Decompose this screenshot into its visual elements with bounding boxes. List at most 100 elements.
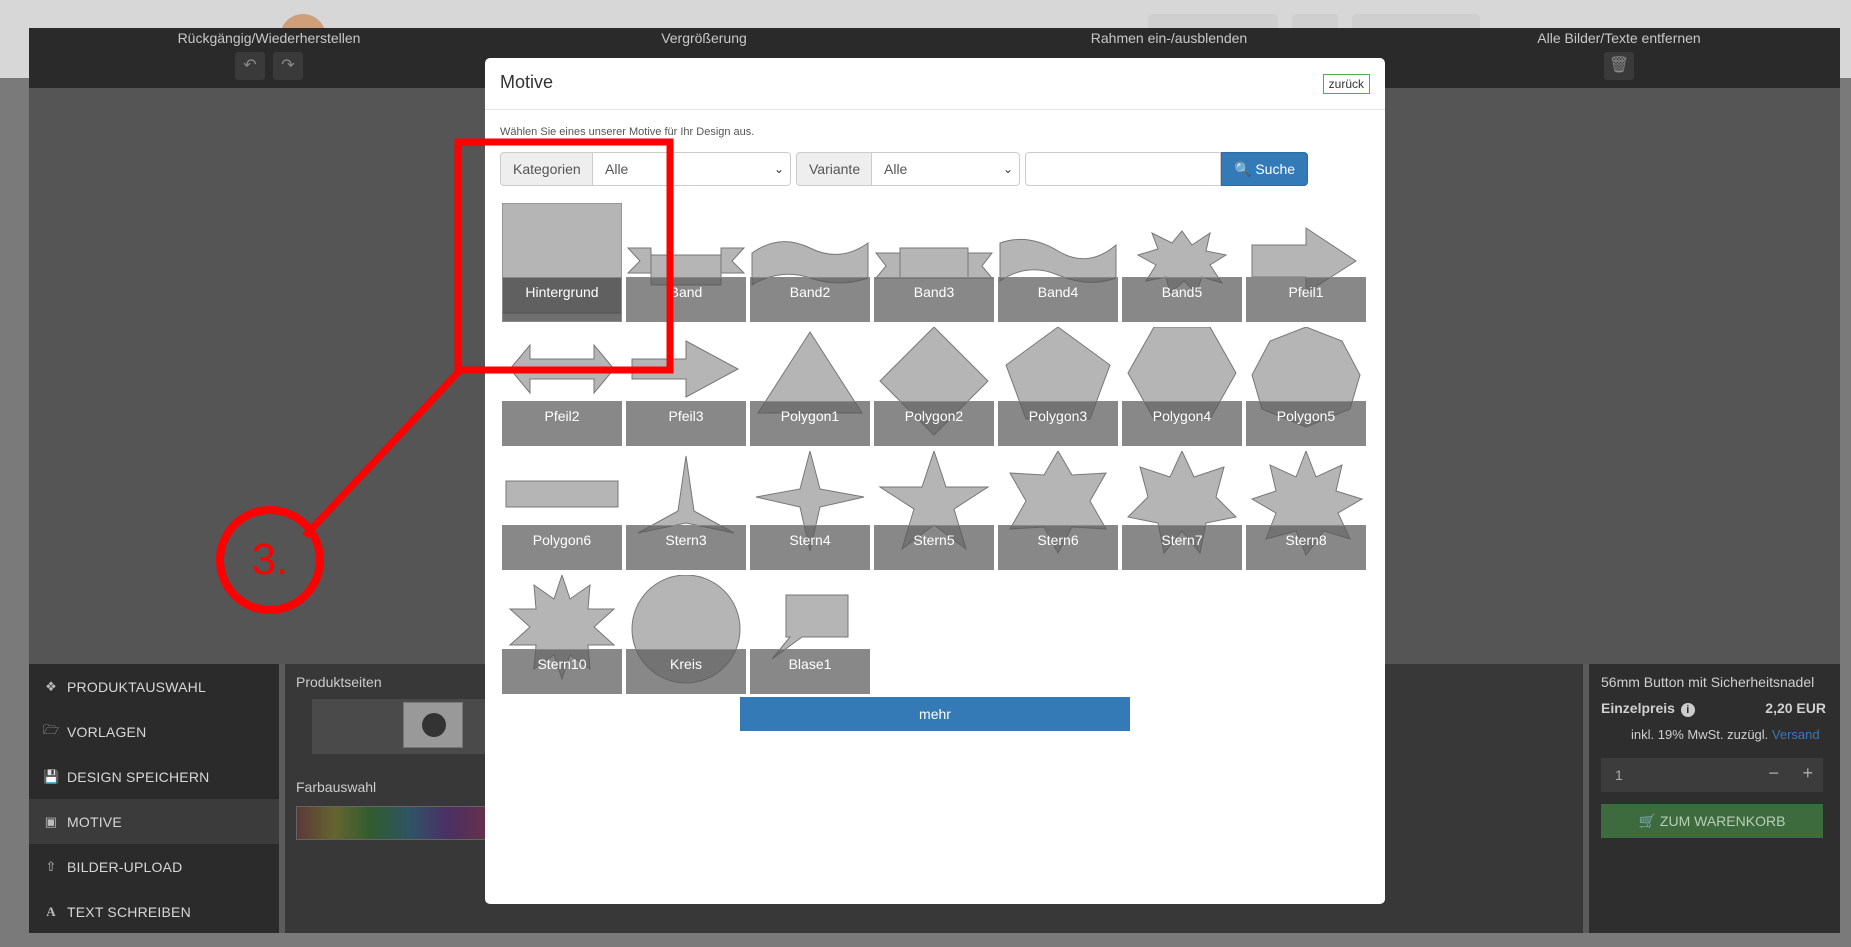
redo-icon[interactable]: ↷ xyxy=(273,52,303,80)
motif-label: Pfeil3 xyxy=(626,401,746,446)
motif-tile[interactable]: Pfeil1 xyxy=(1246,203,1366,323)
search-icon: 🔍 xyxy=(1234,161,1252,177)
frame-toggle-label[interactable]: Rahmen ein-/ausblenden xyxy=(1069,30,1269,46)
motif-tile[interactable]: Stern10 xyxy=(502,575,622,695)
quantity-input[interactable]: 1 xyxy=(1615,767,1623,783)
motif-tile[interactable]: Band5 xyxy=(1122,203,1242,323)
remove-all-group: Alle Bilder/Texte entfernen 🗑 xyxy=(1509,30,1729,80)
category-select[interactable]: Alle ⌄ xyxy=(593,152,791,186)
image-icon: ▣ xyxy=(44,813,58,829)
quantity-stepper: 1 − + xyxy=(1601,758,1823,792)
motif-tile[interactable]: Blase1 xyxy=(750,575,870,695)
motif-label: Pfeil1 xyxy=(1246,277,1366,322)
search-input[interactable] xyxy=(1025,152,1221,186)
motif-tile[interactable]: Stern5 xyxy=(874,451,994,571)
motif-tile[interactable]: Stern4 xyxy=(750,451,870,571)
frame-group: Rahmen ein-/ausblenden xyxy=(1069,30,1269,46)
menu-item-produktauswahl[interactable]: ❖ PRODUKTAUSWAHL xyxy=(29,664,279,709)
motif-tile[interactable]: Band4 xyxy=(998,203,1118,323)
menu-label: VORLAGEN xyxy=(67,723,147,740)
unit-price: 2,20 EUR xyxy=(1765,700,1826,716)
motif-label: Band4 xyxy=(998,277,1118,322)
motif-label: Polygon3 xyxy=(998,401,1118,446)
motif-tile[interactable]: Polygon6 xyxy=(502,451,622,571)
product-pages-title: Produktseiten xyxy=(296,674,382,690)
filter-row: Kategorien Alle ⌄ Variante Alle ⌄ 🔍 Suche xyxy=(500,152,1309,186)
folder-icon: 🗁 xyxy=(43,721,60,737)
menu-item-text-schreiben[interactable]: A TEXT SCHREIBEN xyxy=(29,889,279,934)
undo-icon[interactable]: ↶ xyxy=(235,52,265,80)
motif-tile[interactable]: Hintergrund xyxy=(502,203,622,323)
menu-label: MOTIVE xyxy=(67,813,122,830)
motif-label: Stern5 xyxy=(874,525,994,570)
search-button[interactable]: 🔍 Suche xyxy=(1221,152,1309,186)
motif-label: Hintergrund xyxy=(502,277,622,322)
plus-icon[interactable]: + xyxy=(1802,763,1813,784)
price-label: Einzelpreis i xyxy=(1601,700,1695,717)
shipping-link[interactable]: Versand xyxy=(1772,727,1820,742)
motif-label: Band5 xyxy=(1122,277,1242,322)
category-label: Kategorien xyxy=(500,152,593,186)
order-panel: 56mm Button mit Sicherheitsnadel Einzelp… xyxy=(1589,664,1840,933)
add-to-cart-button[interactable]: 🛒 ZUM WARENKORB xyxy=(1601,804,1823,838)
menu-item-vorlagen[interactable]: 🗁 VORLAGEN xyxy=(29,709,279,754)
product-name: 56mm Button mit Sicherheitsnadel xyxy=(1601,674,1815,690)
info-icon[interactable]: i xyxy=(1680,703,1695,717)
text-icon: A xyxy=(46,903,56,919)
motif-label: Polygon5 xyxy=(1246,401,1366,446)
menu-label: DESIGN SPEICHERN xyxy=(67,768,210,785)
motif-tile[interactable]: Polygon5 xyxy=(1246,327,1366,447)
chevron-down-icon: ⌄ xyxy=(773,162,784,176)
motif-tile[interactable]: Polygon2 xyxy=(874,327,994,447)
motif-tile[interactable]: Kreis xyxy=(626,575,746,695)
menu-label: BILDER-UPLOAD xyxy=(67,858,183,875)
dialog-header: Motive zurück xyxy=(485,58,1385,110)
motif-label: Polygon2 xyxy=(874,401,994,446)
side-menu: ❖ PRODUKTAUSWAHL 🗁 VORLAGEN 💾 DESIGN SPE… xyxy=(29,664,279,933)
dialog-title: Motive xyxy=(500,72,554,92)
back-button[interactable]: zurück xyxy=(1322,74,1370,94)
motive-dialog: Motive zurück Wählen Sie eines unserer M… xyxy=(485,58,1385,904)
motif-tile[interactable]: Pfeil2 xyxy=(502,327,622,447)
motif-label: Band xyxy=(626,277,746,322)
motif-label: Pfeil2 xyxy=(502,401,622,446)
remove-all-label: Alle Bilder/Texte entfernen xyxy=(1537,30,1701,46)
motif-tile[interactable]: Band xyxy=(626,203,746,323)
motif-label: Blase1 xyxy=(750,649,870,694)
zoom-label: Vergrößerung xyxy=(661,30,747,46)
motif-tile[interactable]: Band3 xyxy=(874,203,994,323)
menu-item-motive[interactable]: ▣ MOTIVE xyxy=(29,799,279,844)
motif-label: Band3 xyxy=(874,277,994,322)
motif-tile[interactable]: Band2 xyxy=(750,203,870,323)
motif-tile[interactable]: Polygon4 xyxy=(1122,327,1242,447)
cubes-icon: ❖ xyxy=(45,678,57,694)
undo-redo-label: Rückgängig/Wiederherstellen xyxy=(177,30,361,46)
motif-label: Stern7 xyxy=(1122,525,1242,570)
more-button[interactable]: mehr xyxy=(740,697,1130,731)
vat-note: inkl. 19% MwSt. zuzügl. Versand xyxy=(1631,727,1820,742)
color-picker[interactable] xyxy=(296,806,486,840)
motif-tile[interactable]: Polygon3 xyxy=(998,327,1118,447)
menu-item-bilder-upload[interactable]: ⇧ BILDER-UPLOAD xyxy=(29,844,279,889)
motif-tile[interactable]: Pfeil3 xyxy=(626,327,746,447)
product-page-thumbnail[interactable] xyxy=(403,702,463,748)
trash-icon[interactable]: 🗑 xyxy=(1604,52,1634,80)
motif-tile[interactable]: Stern6 xyxy=(998,451,1118,571)
menu-label: PRODUKTAUSWAHL xyxy=(67,678,206,695)
variant-label: Variante xyxy=(796,152,872,186)
motif-tile[interactable]: Stern8 xyxy=(1246,451,1366,571)
motif-tile[interactable]: Stern7 xyxy=(1122,451,1242,571)
motif-tile[interactable]: Stern3 xyxy=(626,451,746,571)
motif-label: Polygon4 xyxy=(1122,401,1242,446)
motif-label: Stern10 xyxy=(502,649,622,694)
minus-icon[interactable]: − xyxy=(1768,763,1779,784)
chevron-down-icon: ⌄ xyxy=(1002,162,1013,176)
motif-tile[interactable]: Polygon1 xyxy=(750,327,870,447)
motif-label: Polygon1 xyxy=(750,401,870,446)
motif-label: Stern8 xyxy=(1246,525,1366,570)
variant-select[interactable]: Alle ⌄ xyxy=(872,152,1020,186)
color-picker-title: Farbauswahl xyxy=(296,779,377,795)
motif-label: Polygon6 xyxy=(502,525,622,570)
menu-item-design-speichern[interactable]: 💾 DESIGN SPEICHERN xyxy=(29,754,279,799)
dialog-intro: Wählen Sie eines unserer Motive für Ihr … xyxy=(500,126,755,138)
